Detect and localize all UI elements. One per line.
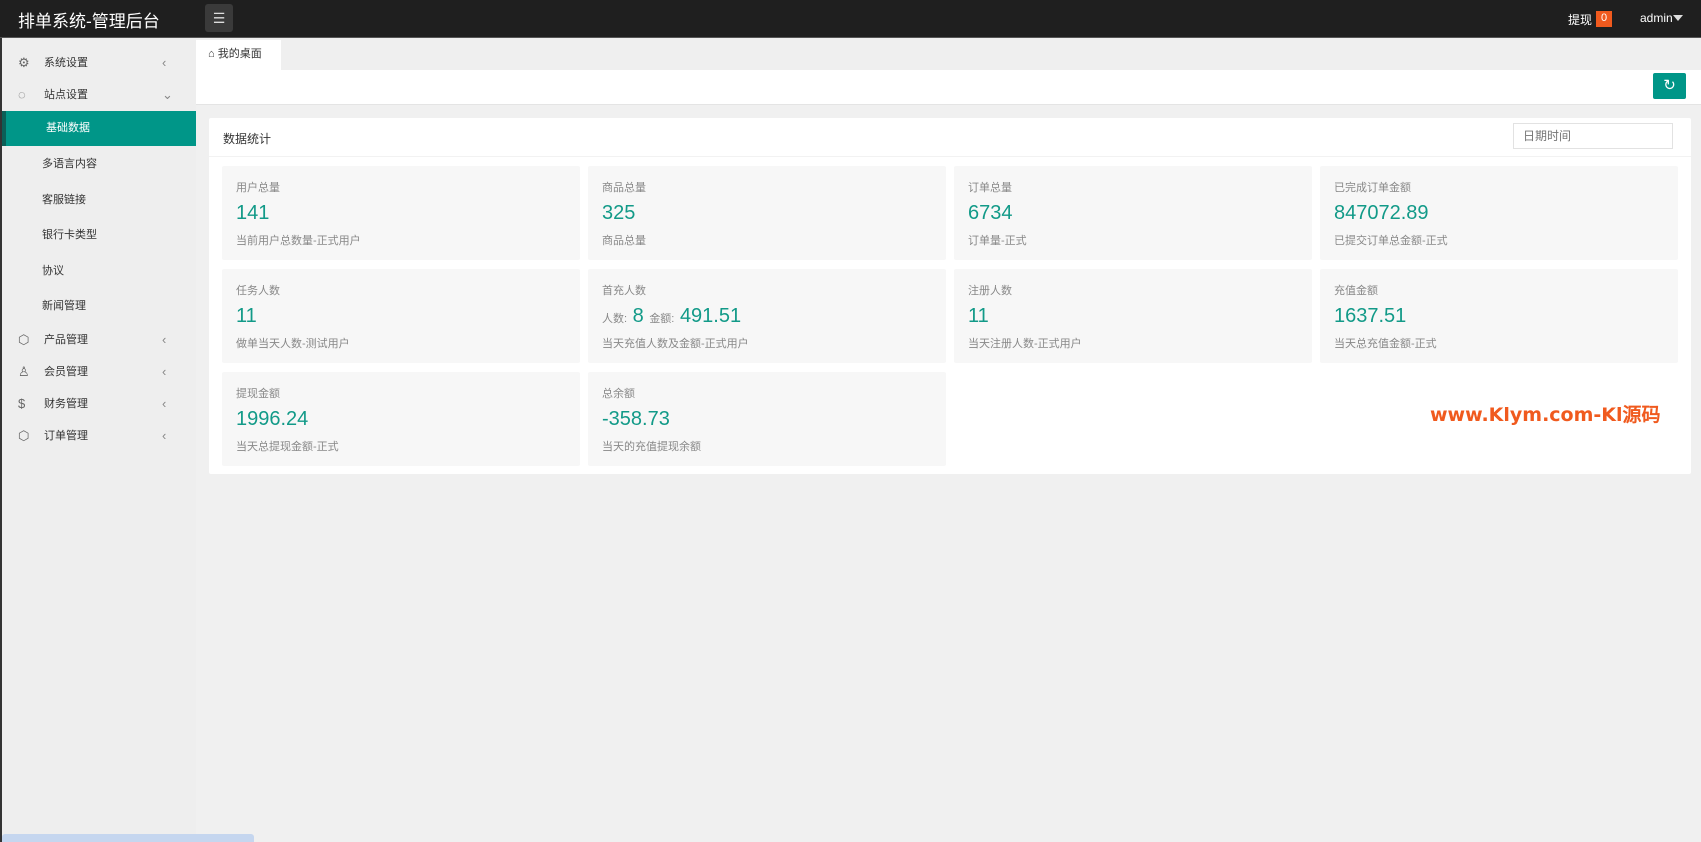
stat-title: 已完成订单金额 <box>1334 182 1411 194</box>
panel-title: 数据统计 <box>223 132 272 146</box>
caret-down-icon[interactable] <box>1673 15 1683 21</box>
sidebar-subitem-news[interactable]: 新闻管理 <box>2 289 196 324</box>
stat-card: 已完成订单金额 847072.89 已提交订单总金额-正式 <box>1320 166 1678 260</box>
stat-card: 订单总量 6734 订单量-正式 <box>954 166 1312 260</box>
sidebar: ⚙ 系统设置 ‹ ◌ 站点设置 ⌄ 基础数据 多语言内容 客服链接 银行卡类型 协议 新… <box>0 38 196 842</box>
sidebar-subitem-multilang[interactable]: 多语言内容 <box>2 147 196 182</box>
stat-title: 订单总量 <box>968 182 1012 194</box>
stat-value: -358.73 <box>602 408 670 430</box>
stat-card: 商品总量 325 商品总量 <box>588 166 946 260</box>
user-menu[interactable]: admin <box>1640 11 1673 25</box>
chevron-left-icon: ‹ <box>162 55 167 70</box>
refresh-icon: ↻ <box>1663 77 1676 94</box>
chevron-left-icon: ‹ <box>162 428 167 443</box>
stat-card: 提现金额 1996.24 当天总提现金额-正式 <box>222 372 580 466</box>
stat-title: 提现金额 <box>236 388 280 400</box>
stat-title: 注册人数 <box>968 285 1012 297</box>
stat-card: 任务人数 11 做单当天人数-测试用户 <box>222 269 580 363</box>
chevron-left-icon: ‹ <box>162 332 167 347</box>
sidebar-item-system-settings[interactable]: ⚙ 系统设置 ‹ <box>2 47 196 79</box>
stat-value: 11 <box>236 305 257 327</box>
stat-card: 用户总量 141 当前用户总数量-正式用户 <box>222 166 580 260</box>
stat-title: 任务人数 <box>236 285 280 297</box>
stat-description: 当天总提现金额-正式 <box>236 441 339 453</box>
stat-value: 325 <box>602 202 636 224</box>
stat-value: 847072.89 <box>1334 202 1429 224</box>
top-header: 排单系统-管理后台 ☰ 提现 0 admin <box>0 0 1701 38</box>
sidebar-item-members[interactable]: ♙ 会员管理 ‹ <box>2 356 196 388</box>
stat-card: 首充人数人数: 8 金额: 491.51 当天充值人数及金额-正式用户 <box>588 269 946 363</box>
dollar-icon: $ <box>18 396 26 411</box>
user-icon: ♙ <box>18 364 30 379</box>
box-icon: ⬡ <box>18 428 30 443</box>
box-icon: ⬡ <box>18 332 30 347</box>
stat-value: 1637.51 <box>1334 305 1407 327</box>
stat-description: 商品总量 <box>602 235 646 247</box>
tab-bar: ⌂ 我的桌面 <box>196 38 1701 70</box>
stat-title: 商品总量 <box>602 182 646 194</box>
sidebar-item-products[interactable]: ⬡ 产品管理 ‹ <box>2 324 196 356</box>
chevron-left-icon: ‹ <box>162 364 167 379</box>
stat-description: 做单当天人数-测试用户 <box>236 338 350 350</box>
sidebar-item-finance[interactable]: $ 财务管理 ‹ <box>2 388 196 420</box>
watermark: www.Klym.com-Kl源码 <box>1430 404 1661 426</box>
stat-description: 当前用户总数量-正式用户 <box>236 235 361 247</box>
sidebar-item-site-settings[interactable]: ◌ 站点设置 ⌄ <box>2 79 196 111</box>
stat-description: 当天的充值提现余额 <box>602 441 701 453</box>
tab-my-desktop[interactable]: ⌂ 我的桌面 <box>196 40 281 70</box>
stat-value: 6734 <box>968 202 1013 224</box>
toolbar: ↻ <box>196 70 1701 105</box>
date-time-input[interactable] <box>1513 123 1673 149</box>
stat-title: 用户总量 <box>236 182 280 194</box>
stat-value: 人数: 8 金额: 491.51 <box>602 305 742 327</box>
chevron-down-icon: ⌄ <box>162 87 173 102</box>
stat-description: 当天充值人数及金额-正式用户 <box>602 338 749 350</box>
stat-value: 1996.24 <box>236 408 309 430</box>
stat-card: 注册人数 11 当天注册人数-正式用户 <box>954 269 1312 363</box>
stat-value: 141 <box>236 202 270 224</box>
withdraw-link[interactable]: 提现 <box>1568 11 1592 28</box>
menu-toggle-icon[interactable]: ☰ <box>205 4 233 32</box>
stat-description: 当天总充值金额-正式 <box>1334 338 1437 350</box>
stat-title: 总余额 <box>602 388 635 400</box>
gear-icon: ⚙ <box>18 55 30 70</box>
status-bar <box>2 834 254 842</box>
home-icon: ⌂ <box>208 48 218 60</box>
sidebar-subitem-bank-card-types[interactable]: 银行卡类型 <box>2 218 196 253</box>
divider <box>209 156 1691 157</box>
site-icon: ◌ <box>18 87 26 102</box>
stat-value: 11 <box>968 305 989 327</box>
stat-title: 充值金额 <box>1334 285 1378 297</box>
withdraw-count-badge[interactable]: 0 <box>1596 11 1613 27</box>
sidebar-subitem-agreement[interactable]: 协议 <box>2 254 196 289</box>
stat-description: 已提交订单总金额-正式 <box>1334 235 1448 247</box>
chevron-left-icon: ‹ <box>162 396 167 411</box>
stat-description: 当天注册人数-正式用户 <box>968 338 1082 350</box>
stat-title: 首充人数 <box>602 285 646 297</box>
refresh-button[interactable]: ↻ <box>1653 73 1686 99</box>
sidebar-subitem-service-links[interactable]: 客服链接 <box>2 183 196 218</box>
stat-card: 总余额 -358.73 当天的充值提现余额 <box>588 372 946 466</box>
stat-description: 订单量-正式 <box>968 235 1027 247</box>
app-title: 排单系统-管理后台 <box>18 12 160 32</box>
sidebar-item-orders[interactable]: ⬡ 订单管理 ‹ <box>2 420 196 452</box>
stat-card: 充值金额 1637.51 当天总充值金额-正式 <box>1320 269 1678 363</box>
sidebar-subitem-basic-data[interactable]: 基础数据 <box>2 111 196 146</box>
